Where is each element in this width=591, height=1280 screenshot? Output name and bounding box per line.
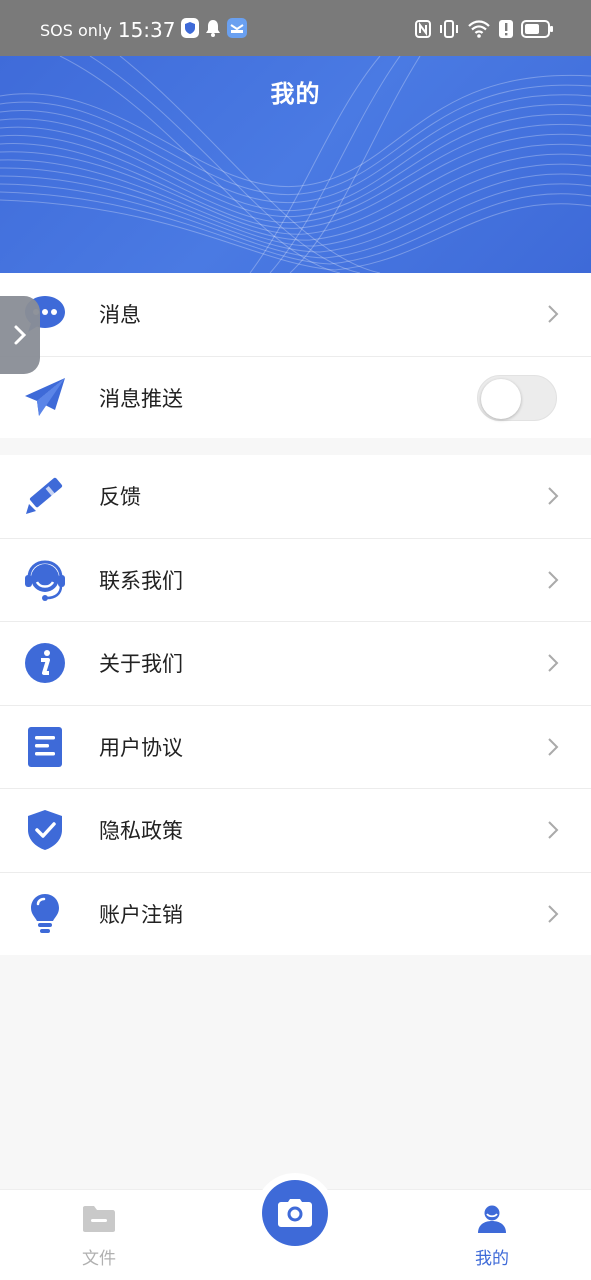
menu-item-label: 消息 [99, 303, 141, 328]
settings-group-info: 反馈 联系我们 关于我们 用户协议 隐私政策 账户注销 [0, 455, 591, 955]
folder-icon [83, 1206, 115, 1232]
lightbulb-icon [23, 892, 67, 936]
wifi-icon [467, 20, 491, 42]
chevron-right-icon [547, 904, 559, 924]
clock: 15:37 [117, 18, 176, 42]
tab-files[interactable]: 文件 [59, 1204, 139, 1269]
menu-item-delete-account[interactable]: 账户注销 [0, 873, 591, 957]
menu-item-contact-us[interactable]: 联系我们 [0, 539, 591, 622]
page-title: 我的 [270, 80, 321, 108]
document-icon [23, 725, 67, 769]
vibrate-icon [439, 20, 459, 42]
menu-item-feedback[interactable]: 反馈 [0, 455, 591, 539]
menu-item-label: 隐私政策 [99, 819, 183, 844]
camera-icon [278, 1199, 312, 1227]
camera-button[interactable] [262, 1180, 328, 1246]
menu-item-label: 联系我们 [99, 568, 183, 593]
profile-header: 我的 [0, 56, 591, 273]
info-icon [23, 641, 67, 685]
toggle-knob [481, 379, 521, 420]
tab-mine-label: 我的 [475, 1249, 509, 1269]
menu-item-label: 账户注销 [99, 903, 183, 928]
shield-status-icon [181, 18, 200, 42]
push-notifications-toggle[interactable] [477, 375, 557, 422]
menu-item-label: 用户协议 [99, 735, 183, 760]
person-icon [478, 1205, 506, 1233]
chevron-right-icon [547, 304, 559, 324]
settings-group-notifications: 消息 消息推送 [0, 273, 591, 438]
paper-plane-icon [23, 376, 67, 420]
chevron-right-icon [547, 737, 559, 757]
menu-item-privacy-policy[interactable]: 隐私政策 [0, 789, 591, 873]
my-page-screen: SOS only 15:37 我的 消息 消息推送 反馈 联系我们 关于我们 用… [0, 0, 591, 1280]
menu-item-messages[interactable]: 消息 [0, 273, 591, 357]
status-bar: SOS only 15:37 [0, 0, 591, 56]
side-drawer-handle[interactable] [0, 296, 40, 374]
menu-item-label: 关于我们 [99, 652, 183, 677]
chevron-right-icon [547, 820, 559, 840]
menu-item-about-us[interactable]: 关于我们 [0, 622, 591, 706]
carrier-label: SOS only [40, 20, 112, 40]
menu-item-user-agreement[interactable]: 用户协议 [0, 706, 591, 789]
battery-icon [521, 20, 553, 42]
headset-icon [23, 558, 67, 602]
chevron-right-icon [547, 570, 559, 590]
bell-icon [205, 19, 221, 41]
alert-icon [499, 20, 513, 42]
shield-check-icon [23, 808, 67, 852]
menu-item-label: 消息推送 [99, 387, 183, 412]
chevron-right-icon [547, 486, 559, 506]
menu-item-label: 反馈 [99, 485, 141, 510]
pencil-icon [23, 474, 67, 518]
tab-mine[interactable]: 我的 [452, 1204, 532, 1269]
menu-item-push-notifications: 消息推送 [0, 357, 591, 441]
mail-app-icon [227, 18, 248, 42]
chevron-right-icon [14, 325, 27, 345]
nfc-icon [415, 20, 431, 42]
tab-files-label: 文件 [82, 1249, 116, 1269]
chevron-right-icon [547, 653, 559, 673]
